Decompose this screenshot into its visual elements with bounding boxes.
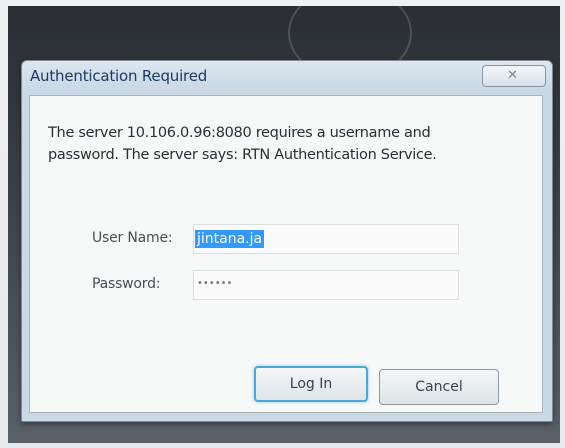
username-label: User Name:	[92, 230, 173, 246]
password-input[interactable]: ••••••	[193, 270, 459, 300]
auth-message: The server 10.106.0.96:8080 requires a u…	[48, 122, 518, 166]
authentication-dialog: Authentication Required ✕ The server 10.…	[21, 60, 553, 422]
close-button[interactable]: ✕	[482, 65, 546, 87]
username-input[interactable]: jintana.ja	[193, 224, 459, 254]
screen: Authentication Required ✕ The server 10.…	[8, 6, 560, 443]
auth-message-line-2: password. The server says: RTN Authentic…	[48, 147, 437, 163]
password-label: Password:	[92, 276, 161, 292]
cancel-button[interactable]: Cancel	[379, 369, 499, 405]
dialog-content: The server 10.106.0.96:8080 requires a u…	[29, 95, 543, 413]
photo-frame: Authentication Required ✕ The server 10.…	[0, 0, 565, 448]
password-value: ••••••	[197, 278, 233, 289]
dialog-title: Authentication Required	[30, 67, 208, 85]
username-value: jintana.ja	[195, 230, 265, 248]
login-button[interactable]: Log In	[254, 366, 368, 402]
dialog-titlebar[interactable]: Authentication Required ✕	[22, 61, 552, 93]
auth-message-line-1: The server 10.106.0.96:8080 requires a u…	[48, 125, 431, 141]
close-icon: ✕	[507, 68, 518, 83]
